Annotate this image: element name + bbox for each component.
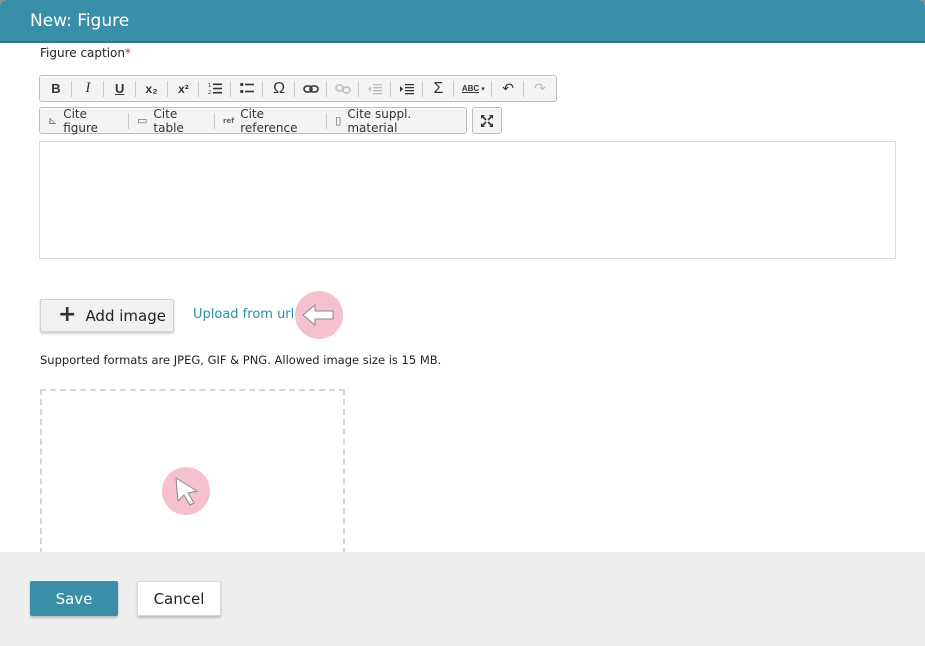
redo-icon: ↷ [534, 80, 546, 96]
cite-table-button[interactable]: ▭ Cite table [129, 106, 215, 135]
fullscreen-icon [481, 114, 493, 127]
cursor-pointer-icon [175, 477, 199, 506]
svg-text:2: 2 [208, 90, 211, 95]
new-figure-dialog: New: Figure Figure caption* B I U x₂ x² … [0, 0, 925, 646]
unlink-button[interactable] [327, 76, 359, 101]
indent-icon [399, 83, 414, 94]
spellcheck-icon: ABC [461, 84, 480, 93]
underline-button[interactable]: U [104, 76, 136, 101]
outdent-icon [367, 83, 382, 94]
add-image-button[interactable]: + Add image [40, 299, 174, 332]
superscript-icon: x² [178, 81, 189, 96]
hint-highlight [295, 291, 343, 339]
cite-figure-button[interactable]: ⊾ Cite figure [40, 106, 130, 135]
caption-editor[interactable] [39, 141, 896, 259]
bold-button[interactable]: B [40, 76, 72, 101]
undo-icon: ↶ [502, 80, 515, 96]
special-char-button[interactable]: Ω [263, 76, 295, 101]
link-icon [303, 84, 319, 93]
redo-button[interactable]: ↷ [524, 76, 556, 101]
fullscreen-button[interactable] [480, 108, 494, 133]
italic-button[interactable]: I [72, 76, 104, 101]
sigma-icon: Σ [433, 79, 444, 97]
omega-icon: Ω [273, 79, 286, 97]
table-icon: ▭ [137, 114, 148, 127]
subscript-icon: x₂ [145, 81, 158, 96]
unlink-icon [335, 83, 351, 94]
chevron-down-icon: ▾ [481, 85, 485, 93]
cancel-button[interactable]: Cancel [137, 581, 221, 616]
fullscreen-toolbar [472, 107, 502, 134]
reference-icon: ref [222, 116, 235, 125]
spellcheck-button[interactable]: ABC ▾ [454, 76, 493, 101]
dialog-titlebar: New: Figure [0, 0, 925, 43]
required-mark: * [125, 46, 132, 60]
equation-button[interactable]: Σ [423, 76, 455, 101]
hint-highlight [162, 467, 210, 515]
cite-reference-label: Cite reference [240, 106, 298, 135]
cite-suppl-material-label: Cite suppl. material [347, 106, 412, 135]
cite-suppl-material-button[interactable]: ▯ Cite suppl. material [327, 106, 466, 135]
svg-text:1: 1 [208, 83, 211, 89]
superscript-button[interactable]: x² [168, 76, 200, 101]
link-button[interactable] [295, 76, 327, 101]
cite-figure-label: Cite figure [63, 106, 99, 135]
citation-toolbar: ⊾ Cite figure ▭ Cite table ref Cite referen… [39, 106, 467, 135]
cite-table-label: Cite table [153, 106, 184, 135]
formatting-toolbar: B I U x₂ x² 12 Ω Σ ABC ▾ ↶ ↷ [39, 75, 557, 102]
indent-button[interactable] [391, 76, 423, 101]
figure-caption-label: Figure caption* [40, 46, 131, 60]
bold-icon: B [51, 81, 61, 96]
italic-icon: I [85, 80, 91, 96]
cite-reference-button[interactable]: ref Cite reference [215, 106, 328, 135]
supported-formats-hint: Supported formats are JPEG, GIF & PNG. A… [40, 353, 442, 367]
subscript-button[interactable]: x₂ [136, 76, 168, 101]
figure-caption-label-text: Figure caption [40, 46, 126, 60]
chart-icon: ⊾ [48, 114, 58, 127]
upload-from-url-link[interactable]: Upload from url [193, 307, 294, 322]
undo-button[interactable]: ↶ [492, 76, 524, 101]
plus-icon: + [58, 301, 77, 327]
save-button[interactable]: Save [30, 581, 118, 616]
arrow-left-icon [302, 303, 334, 327]
underline-icon: U [114, 81, 125, 96]
numbered-list-icon: 12 [208, 83, 223, 95]
dialog-title: New: Figure [30, 11, 130, 31]
bullet-list-icon [240, 82, 255, 94]
add-image-label: Add image [85, 306, 166, 325]
numbered-list-button[interactable]: 12 [199, 76, 232, 101]
document-icon: ▯ [335, 114, 342, 127]
outdent-button[interactable] [359, 76, 391, 101]
bullet-list-button[interactable] [231, 76, 264, 101]
